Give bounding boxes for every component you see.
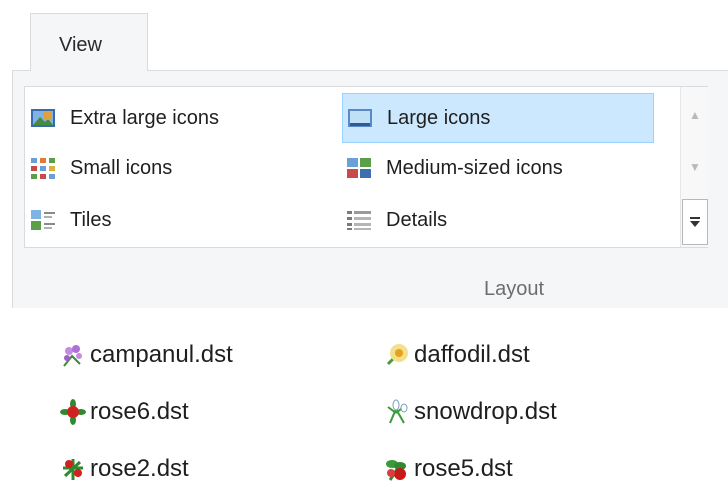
rose-flower-icon bbox=[384, 456, 410, 482]
layout-group-label: Layout bbox=[484, 278, 545, 300]
tab-view[interactable]: View bbox=[30, 13, 148, 71]
large-icons-icon bbox=[347, 107, 373, 129]
file-item[interactable]: rose2.dst bbox=[60, 449, 189, 489]
expand-gallery-icon bbox=[690, 217, 700, 227]
layout-option-extra-large-icons[interactable]: Extra large icons bbox=[30, 99, 330, 137]
layout-option-small-icons[interactable]: Small icons bbox=[30, 149, 330, 187]
rose-flower-icon bbox=[60, 399, 86, 425]
gallery-scroll-down-button[interactable]: ▼ bbox=[682, 145, 708, 189]
file-name: rose5.dst bbox=[414, 455, 513, 482]
daffodil-flower-icon bbox=[384, 342, 410, 368]
file-name: campanul.dst bbox=[90, 341, 233, 368]
gallery-scrollbar[interactable]: ▲ ▼ bbox=[680, 87, 708, 247]
campanula-flower-icon bbox=[60, 342, 86, 368]
file-item[interactable]: rose6.dst bbox=[60, 392, 189, 432]
file-name: daffodil.dst bbox=[414, 341, 530, 368]
file-item[interactable]: daffodil.dst bbox=[384, 335, 530, 375]
tab-view-label: View bbox=[59, 34, 102, 56]
layout-option-label: Medium-sized icons bbox=[386, 156, 563, 179]
scroll-up-icon: ▲ bbox=[689, 108, 701, 122]
layout-option-tiles[interactable]: Tiles bbox=[30, 201, 330, 239]
layout-option-label: Tiles bbox=[70, 208, 112, 231]
details-icon bbox=[346, 209, 372, 231]
medium-icons-icon bbox=[346, 157, 372, 179]
layout-option-large-icons[interactable]: Large icons bbox=[342, 93, 654, 143]
extra-large-icons-icon bbox=[30, 107, 56, 129]
file-item[interactable]: snowdrop.dst bbox=[384, 392, 557, 432]
scroll-down-icon: ▼ bbox=[689, 160, 701, 174]
file-name: rose2.dst bbox=[90, 455, 189, 482]
layout-option-label: Large icons bbox=[387, 106, 491, 129]
layout-option-label: Details bbox=[386, 208, 448, 231]
gallery-scroll-up-button[interactable]: ▲ bbox=[682, 93, 708, 137]
layout-option-label: Small icons bbox=[70, 156, 173, 179]
layout-option-details[interactable]: Details bbox=[346, 201, 646, 239]
layout-option-medium-icons[interactable]: Medium-sized icons bbox=[346, 149, 666, 187]
small-icons-icon bbox=[30, 157, 56, 179]
file-name: snowdrop.dst bbox=[414, 398, 557, 425]
snowdrop-flower-icon bbox=[384, 399, 410, 425]
tiles-icon bbox=[30, 209, 56, 231]
gallery-more-button[interactable] bbox=[682, 199, 708, 245]
layout-option-label: Extra large icons bbox=[70, 106, 219, 129]
file-name: rose6.dst bbox=[90, 398, 189, 425]
rose-flower-icon bbox=[60, 456, 86, 482]
file-item[interactable]: rose5.dst bbox=[384, 449, 513, 489]
file-item[interactable]: campanul.dst bbox=[60, 335, 233, 375]
